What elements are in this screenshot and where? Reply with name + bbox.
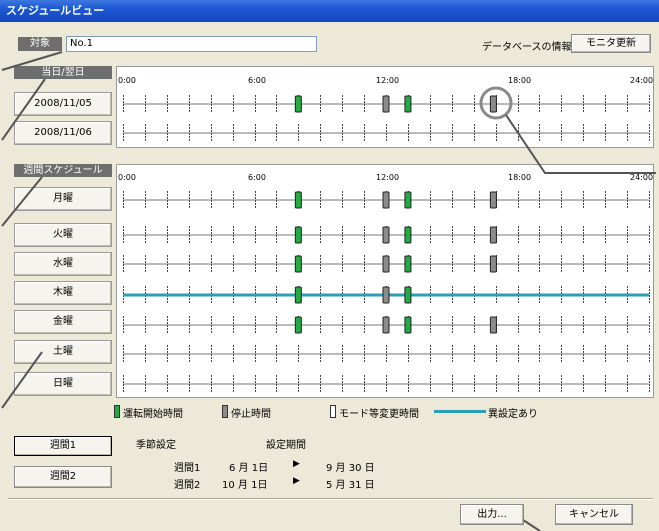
season-label: 季節設定 (136, 440, 176, 451)
season-row-1-arrow: ▶ (293, 459, 300, 469)
weekly-start-marker-1-2 (404, 226, 412, 244)
legend-mode-swatch (330, 405, 336, 418)
annotation-line-weekly (1, 176, 43, 227)
weekly-stop-marker-0-3 (489, 191, 497, 209)
week1-button[interactable]: 週間1 (14, 436, 112, 456)
legend-mode-label: モード等変更時間 (339, 409, 419, 420)
legend-start-label: 運転開始時間 (123, 409, 183, 420)
legend-stop-label: 停止時間 (231, 409, 271, 420)
cancel-button[interactable]: キャンセル (555, 504, 633, 525)
weekly-stop-marker-2-1 (382, 255, 390, 273)
weekly-stop-marker-0-1 (382, 191, 390, 209)
weekly-stop-marker-3-1 (382, 286, 390, 304)
weekly-stop-marker-4-3 (489, 316, 497, 334)
legend-stop-swatch (222, 405, 228, 418)
annotation-line-target (1, 51, 63, 71)
season-row-2-name: 週間2 (174, 480, 201, 491)
weekly-start-marker-3-2 (404, 286, 412, 304)
today-stop-marker-0-3 (489, 95, 497, 113)
today-stop-marker-0-1 (382, 95, 390, 113)
today-start-marker-0-2 (404, 95, 412, 113)
annotation-line-today (1, 78, 46, 141)
season-row-1-start: 6 月 1日 (229, 463, 269, 474)
season-row-1-name: 週間1 (174, 463, 201, 474)
weekly-start-marker-3-0 (294, 286, 302, 304)
weekly-stop-marker-1-3 (489, 226, 497, 244)
season-row-2-arrow: ▶ (293, 476, 300, 486)
legend-abnormal-line (434, 410, 486, 413)
schedule-view-window: スケジュールビュー 対象 No.1 データベースの情報 モニタ更新 当日/翌日 … (0, 0, 659, 531)
weekly-stop-marker-1-1 (382, 226, 390, 244)
footer-divider (8, 498, 653, 500)
weekly-start-marker-2-0 (294, 255, 302, 273)
output-button[interactable]: 出力... (460, 504, 524, 525)
week2-button[interactable]: 週間2 (14, 466, 112, 488)
season-row-2-start: 10 月 1日 (222, 480, 268, 491)
season-row-1-end: 9 月 30 日 (326, 463, 375, 474)
season-row-2-end: 5 月 31 日 (326, 480, 375, 491)
callout-leader (505, 114, 656, 174)
today-start-marker-0-0 (294, 95, 302, 113)
legend-abnormal-label: 異設定あり (488, 409, 538, 420)
weekly-start-marker-4-2 (404, 316, 412, 334)
weekly-stop-marker-4-1 (382, 316, 390, 334)
weekly-start-marker-2-2 (404, 255, 412, 273)
season-period-label: 設定期間 (266, 440, 306, 451)
weekly-start-marker-0-2 (404, 191, 412, 209)
weekly-start-marker-0-0 (294, 191, 302, 209)
weekly-stop-marker-2-3 (489, 255, 497, 273)
weekly-start-marker-4-0 (294, 316, 302, 334)
legend-start-swatch (114, 405, 120, 418)
annotation-line-days (1, 351, 43, 409)
weekly-start-marker-1-0 (294, 226, 302, 244)
